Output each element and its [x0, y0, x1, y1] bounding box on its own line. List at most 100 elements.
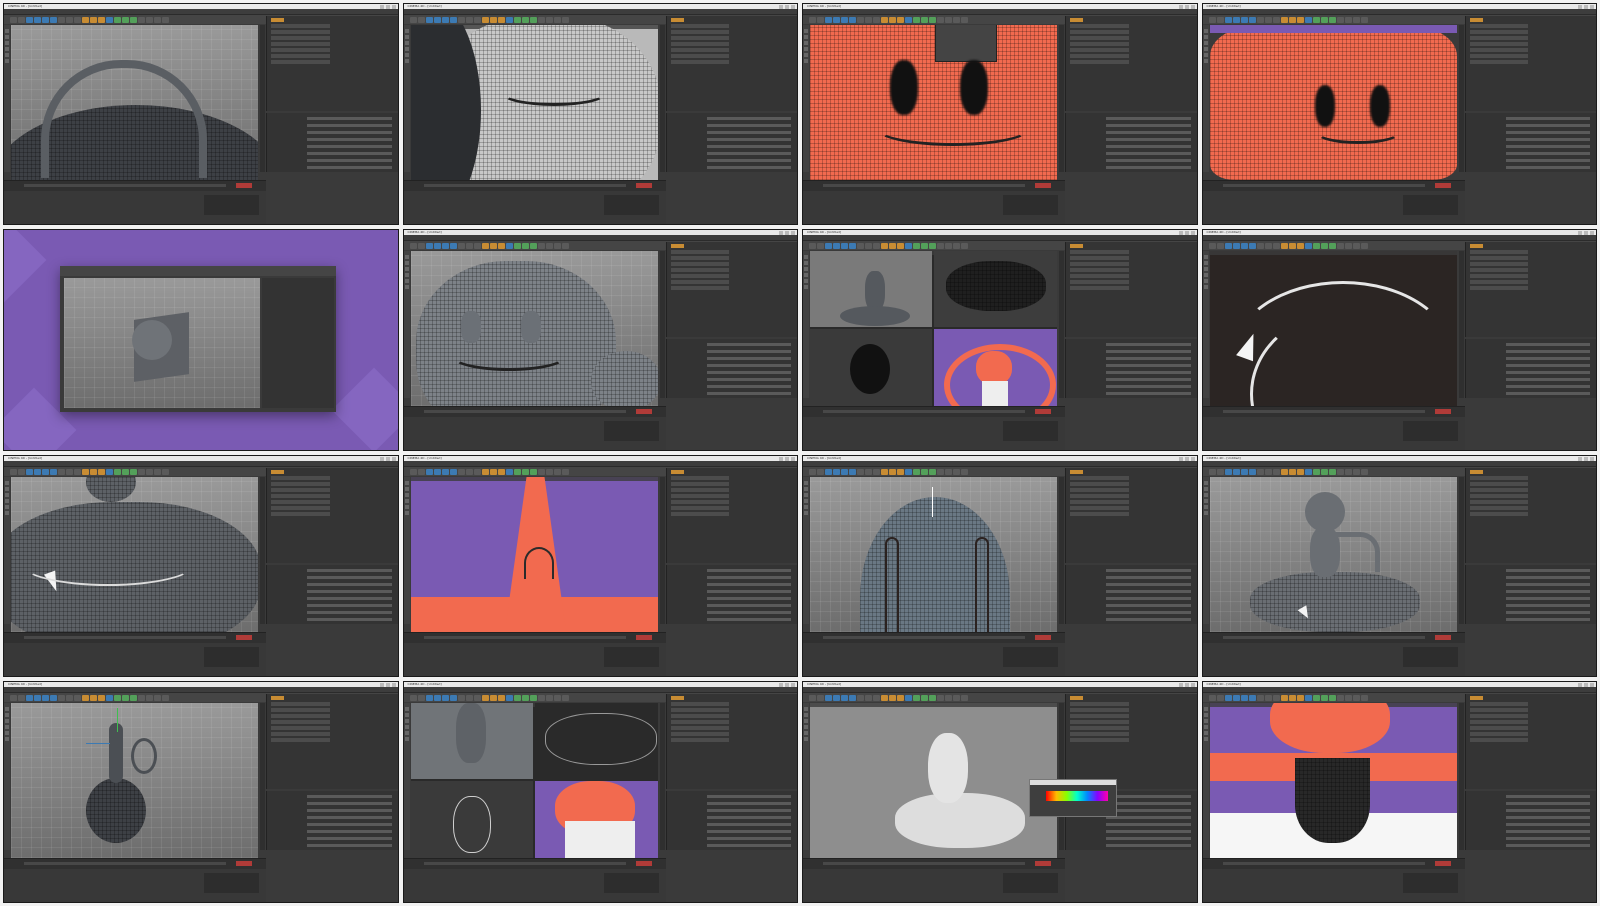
object-manager[interactable] — [1464, 694, 1596, 789]
undo-icon[interactable] — [409, 468, 417, 475]
polygons-mode-icon[interactable] — [5, 47, 9, 51]
close-icon[interactable] — [791, 4, 795, 9]
axis-y-icon[interactable] — [865, 242, 872, 249]
edges-mode-icon[interactable] — [804, 493, 808, 497]
deformer-icon[interactable] — [138, 16, 145, 23]
coordinate-manager[interactable] — [204, 873, 259, 893]
material-manager[interactable] — [4, 191, 266, 224]
attribute-field[interactable] — [307, 597, 392, 600]
timeline[interactable] — [803, 180, 1065, 191]
attribute-field[interactable] — [1106, 166, 1191, 169]
light-icon[interactable] — [1360, 468, 1368, 475]
polygons-mode-icon[interactable] — [804, 47, 808, 51]
viewport-scrollbar[interactable] — [659, 477, 665, 624]
axis-z-icon[interactable] — [1272, 694, 1280, 701]
object-row[interactable] — [1070, 512, 1129, 516]
scene-icon[interactable] — [1344, 468, 1352, 475]
attribute-field[interactable] — [1505, 611, 1590, 614]
select-icon[interactable] — [825, 242, 832, 249]
timeline[interactable] — [4, 180, 266, 191]
polygons-mode-icon[interactable] — [5, 725, 9, 729]
maximize-icon[interactable] — [385, 456, 390, 461]
object-row[interactable] — [670, 250, 730, 254]
attribute-manager[interactable] — [1065, 113, 1197, 172]
edges-mode-icon[interactable] — [1203, 493, 1208, 497]
redo-icon[interactable] — [1216, 16, 1224, 23]
polygons-mode-icon[interactable] — [1203, 725, 1208, 729]
object-row[interactable] — [1469, 36, 1529, 40]
move-icon[interactable] — [833, 16, 840, 23]
object-row[interactable] — [1070, 470, 1084, 474]
polygons-mode-icon[interactable] — [1203, 47, 1208, 51]
attribute-field[interactable] — [1505, 604, 1590, 607]
close-icon[interactable] — [391, 682, 396, 687]
model-mode-icon[interactable] — [5, 481, 9, 485]
material-manager[interactable] — [1202, 417, 1465, 450]
points-mode-icon[interactable] — [804, 713, 808, 717]
axis-x-icon[interactable] — [857, 694, 864, 701]
material-manager[interactable] — [803, 191, 1065, 224]
axis-z-icon[interactable] — [473, 468, 481, 475]
close-icon[interactable] — [791, 230, 795, 235]
axis-y-icon[interactable] — [66, 694, 73, 701]
render-view-icon[interactable] — [82, 468, 89, 475]
object-row[interactable] — [670, 738, 730, 742]
viewport-scrollbar[interactable] — [260, 703, 265, 850]
render-view-icon[interactable] — [1280, 694, 1288, 701]
render-settings-icon[interactable] — [497, 242, 505, 249]
points-mode-icon[interactable] — [1203, 261, 1208, 265]
minimize-icon[interactable] — [1178, 682, 1183, 687]
attribute-field[interactable] — [706, 166, 791, 169]
attribute-field[interactable] — [706, 159, 791, 162]
render-view-icon[interactable] — [82, 694, 89, 701]
object-row[interactable] — [1469, 286, 1529, 290]
attribute-field[interactable] — [1505, 823, 1590, 826]
record-button[interactable] — [1434, 635, 1451, 640]
render-icon[interactable] — [1288, 694, 1296, 701]
object-row[interactable] — [271, 726, 330, 730]
object-row[interactable] — [1469, 268, 1529, 272]
render-icon[interactable] — [90, 16, 97, 23]
edges-mode-icon[interactable] — [5, 41, 9, 45]
timeline-track[interactable] — [423, 410, 626, 413]
object-row[interactable] — [670, 482, 730, 486]
cube-icon[interactable] — [106, 16, 113, 23]
move-icon[interactable] — [34, 694, 41, 701]
render-settings-icon[interactable] — [98, 468, 105, 475]
attribute-field[interactable] — [706, 569, 791, 572]
object-row[interactable] — [670, 696, 684, 700]
array-icon[interactable] — [1328, 16, 1336, 23]
scale-icon[interactable] — [42, 468, 49, 475]
attribute-field[interactable] — [1505, 809, 1590, 812]
object-manager[interactable] — [1065, 468, 1197, 563]
undo-icon[interactable] — [409, 694, 417, 701]
light-icon[interactable] — [1360, 242, 1368, 249]
attribute-field[interactable] — [1505, 350, 1590, 353]
video-thumbnail-12[interactable]: CINEMA 4D - [Untitled] — [1201, 455, 1597, 677]
scale-icon[interactable] — [841, 694, 848, 701]
coordinate-manager[interactable] — [1402, 647, 1458, 667]
cube-icon[interactable] — [1304, 694, 1312, 701]
light-icon[interactable] — [961, 16, 968, 23]
viewport[interactable] — [1209, 477, 1457, 632]
attribute-field[interactable] — [307, 816, 392, 819]
object-row[interactable] — [1469, 702, 1529, 706]
object-row[interactable] — [670, 36, 730, 40]
video-thumbnail-2[interactable]: CINEMA 4D - [Untitled] — [402, 3, 798, 225]
axis-y-icon[interactable] — [465, 468, 473, 475]
model-mode-icon[interactable] — [1203, 255, 1208, 259]
render-icon[interactable] — [90, 468, 97, 475]
object-row[interactable] — [1469, 48, 1529, 52]
object-row[interactable] — [670, 476, 730, 480]
attribute-field[interactable] — [1106, 138, 1191, 141]
object-manager[interactable] — [665, 468, 797, 563]
attribute-field[interactable] — [1505, 357, 1590, 360]
render-icon[interactable] — [889, 694, 896, 701]
spline-icon[interactable] — [1312, 242, 1320, 249]
deformer-icon[interactable] — [937, 242, 944, 249]
cube-icon[interactable] — [505, 694, 513, 701]
attribute-manager[interactable] — [665, 791, 797, 850]
attribute-field[interactable] — [1106, 131, 1191, 134]
viewport-scrollbar[interactable] — [1458, 251, 1464, 398]
attribute-field[interactable] — [1505, 583, 1590, 586]
